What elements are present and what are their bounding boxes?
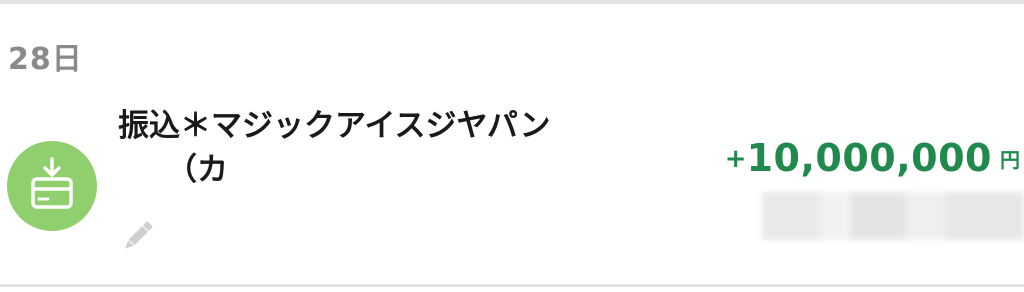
amount-value: 10,000,000: [746, 136, 992, 180]
bottom-divider: [0, 284, 1024, 287]
amount-unit: 円: [1000, 148, 1020, 172]
payee-name-line1: 振込＊マジックアイスジヤパン: [118, 108, 551, 144]
transaction-row[interactable]: 振込＊マジックアイスジヤパン （カ +10,000,000 円: [0, 90, 1024, 280]
amount-sign: +: [724, 144, 747, 174]
bank-card-deposit-icon: [7, 141, 97, 231]
top-divider: [0, 0, 1024, 4]
transaction-list-screen: 28日 振込＊マジックアイスジヤパン （カ +10,000,000 円: [0, 0, 1024, 292]
payee-name: 振込＊マジックアイスジヤパン （カ: [118, 104, 638, 192]
date-header: 28日: [8, 42, 83, 77]
payee-name-line2: （カ: [166, 152, 228, 188]
pencil-icon[interactable]: [118, 216, 158, 256]
transaction-amount: +10,000,000 円: [725, 136, 1020, 180]
redacted-balance: [762, 192, 1024, 240]
